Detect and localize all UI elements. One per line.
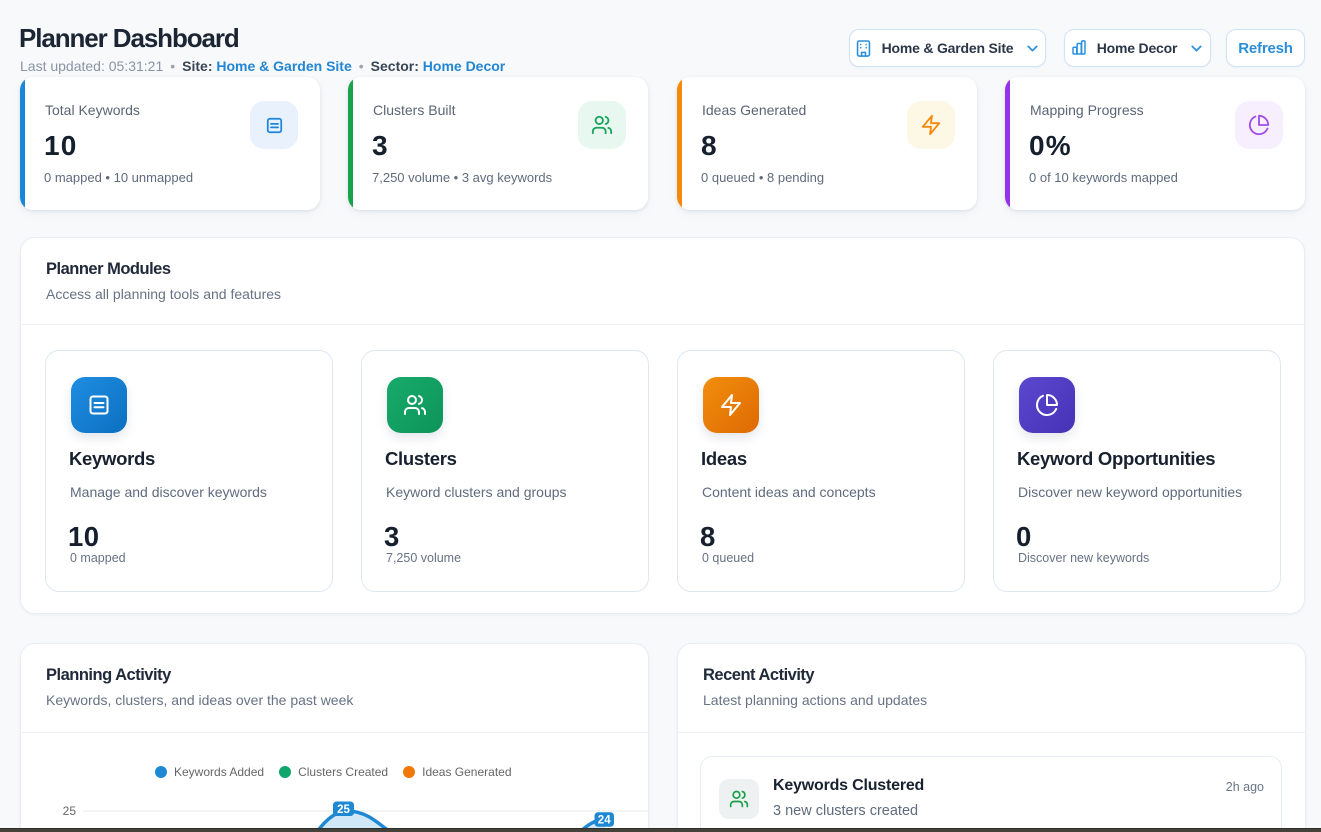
svg-text:25: 25 (63, 804, 77, 818)
svg-text:25: 25 (337, 804, 350, 816)
svg-text:24: 24 (598, 815, 611, 827)
